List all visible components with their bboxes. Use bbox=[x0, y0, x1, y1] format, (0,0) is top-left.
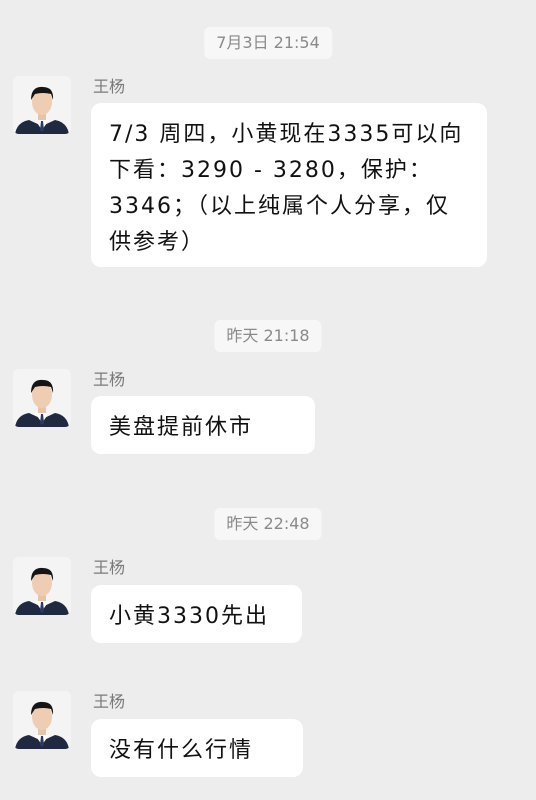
chat-conversation: 7月3日 21:54 王杨 7/3 周四，小黄现在3335可以向下看：3290 … bbox=[0, 0, 536, 800]
sender-name: 王杨 bbox=[93, 77, 126, 96]
avatar[interactable] bbox=[13, 369, 71, 427]
person-avatar-icon bbox=[13, 369, 71, 427]
sender-name: 王杨 bbox=[93, 558, 126, 577]
message-timestamp: 7月3日 21:54 bbox=[204, 27, 332, 59]
message-timestamp: 昨天 22:48 bbox=[214, 508, 322, 540]
message-timestamp: 昨天 21:18 bbox=[214, 320, 322, 352]
message-bubble[interactable]: 美盘提前休市 bbox=[91, 396, 315, 454]
person-avatar-icon bbox=[13, 76, 71, 134]
message-bubble[interactable]: 小黄3330先出 bbox=[91, 585, 302, 643]
avatar[interactable] bbox=[13, 691, 71, 749]
person-avatar-icon bbox=[13, 691, 71, 749]
sender-name: 王杨 bbox=[93, 370, 126, 389]
sender-name: 王杨 bbox=[93, 692, 126, 711]
message-bubble[interactable]: 7/3 周四，小黄现在3335可以向下看：3290 - 3280，保护：3346… bbox=[91, 103, 487, 267]
avatar[interactable] bbox=[13, 557, 71, 615]
person-avatar-icon bbox=[13, 557, 71, 615]
avatar[interactable] bbox=[13, 76, 71, 134]
message-bubble[interactable]: 没有什么行情 bbox=[91, 719, 303, 777]
